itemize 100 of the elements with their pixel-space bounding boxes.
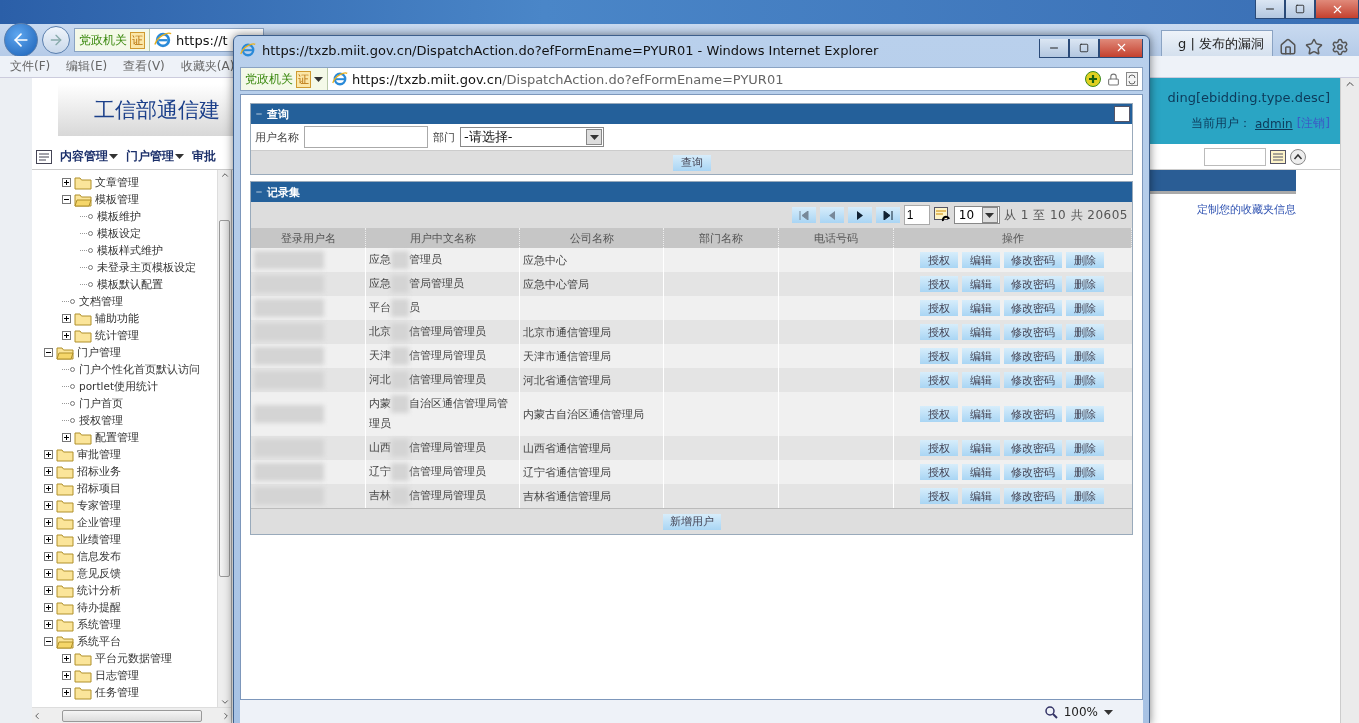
action-button[interactable]: 删除	[1066, 440, 1104, 456]
tree-item[interactable]: 待办提醒	[77, 600, 121, 615]
scroll-down-icon[interactable]	[219, 697, 230, 707]
action-button[interactable]: 修改密码	[1004, 276, 1062, 292]
action-button[interactable]: 编辑	[962, 348, 1000, 364]
refresh-icon[interactable]	[1126, 72, 1138, 86]
tree-item[interactable]: 系统管理	[77, 617, 121, 632]
expand-icon[interactable]	[62, 331, 71, 340]
expand-icon[interactable]	[62, 178, 71, 187]
action-button[interactable]: 修改密码	[1004, 252, 1062, 268]
action-button[interactable]: 删除	[1066, 300, 1104, 316]
tree-item[interactable]: 门户个性化首页默认访问	[79, 362, 200, 377]
action-button[interactable]: 删除	[1066, 252, 1104, 268]
action-button[interactable]: 修改密码	[1004, 324, 1062, 340]
action-button[interactable]: 授权	[920, 252, 958, 268]
expand-icon[interactable]	[44, 552, 53, 561]
action-button[interactable]: 编辑	[962, 300, 1000, 316]
tree-item[interactable]: 审批管理	[77, 447, 121, 462]
add-user-button[interactable]: 新增用户	[662, 513, 721, 530]
collapse-icon[interactable]	[44, 637, 53, 646]
department-select[interactable]: -请选择-	[460, 127, 604, 147]
add-icon[interactable]	[1085, 71, 1101, 87]
lock-icon[interactable]	[1107, 72, 1120, 86]
action-button[interactable]: 删除	[1066, 372, 1104, 388]
expand-icon[interactable]	[44, 569, 53, 578]
action-button[interactable]: 编辑	[962, 324, 1000, 340]
tree-item[interactable]: 招标业务	[77, 464, 121, 479]
expand-icon[interactable]	[62, 433, 71, 442]
collapse-up-icon[interactable]	[1290, 148, 1306, 165]
tree-item[interactable]: 文章管理	[95, 175, 139, 190]
tree-item[interactable]: 意见反馈	[77, 566, 121, 581]
tree-item[interactable]: 文档管理	[79, 294, 123, 309]
menu-item[interactable]: 编辑(E)	[66, 58, 108, 75]
expand-icon[interactable]	[44, 484, 53, 493]
page-number-field[interactable]: 1	[903, 205, 930, 225]
tree-item[interactable]: 任务管理	[95, 685, 139, 700]
tree-item[interactable]: 门户首页	[79, 396, 123, 411]
favorites-link[interactable]: 定制您的收藏夹信息	[1148, 202, 1296, 217]
nav-menu-item[interactable]: 门户管理	[126, 148, 184, 165]
page-size-select[interactable]: 10	[953, 206, 1000, 224]
action-button[interactable]: 删除	[1066, 464, 1104, 480]
favorites-icon[interactable]	[1305, 38, 1323, 56]
tree-item[interactable]: 日志管理	[95, 668, 139, 683]
scroll-right-icon[interactable]	[221, 710, 231, 721]
query-button[interactable]: 查询	[672, 154, 711, 171]
menu-item[interactable]: 文件(F)	[10, 58, 51, 75]
action-button[interactable]: 授权	[920, 372, 958, 388]
tree-item[interactable]: 招标项目	[77, 481, 121, 496]
expand-icon[interactable]	[44, 535, 53, 544]
username-field[interactable]	[304, 126, 428, 148]
nav-menu-item[interactable]: 审批	[192, 148, 216, 165]
expand-icon[interactable]	[44, 586, 53, 595]
minimize-button[interactable]	[1255, 0, 1285, 19]
action-button[interactable]: 编辑	[962, 440, 1000, 456]
collapse-icon[interactable]	[62, 195, 71, 204]
action-button[interactable]: 删除	[1066, 488, 1104, 504]
tree-item[interactable]: 统计管理	[95, 328, 139, 343]
tree-item[interactable]: 系统平台	[77, 634, 121, 649]
tree-item[interactable]: 模板设定	[97, 226, 141, 241]
search-field[interactable]	[1204, 147, 1266, 166]
expand-icon[interactable]	[44, 518, 53, 527]
expand-icon[interactable]	[44, 501, 53, 510]
action-button[interactable]: 删除	[1066, 348, 1104, 364]
tree-item[interactable]: 模板默认配置	[97, 277, 163, 292]
browser-tab[interactable]: g | 发布的漏洞	[1161, 30, 1273, 56]
action-button[interactable]: 授权	[920, 440, 958, 456]
tree-item[interactable]: 平台元数据管理	[95, 651, 172, 666]
scroll-up-icon[interactable]	[219, 170, 230, 180]
horizontal-scrollbar[interactable]	[32, 707, 231, 723]
tree-item[interactable]: 辅助功能	[95, 311, 139, 326]
zoom-level[interactable]: 100%	[1063, 705, 1098, 719]
tree-item[interactable]: 业绩管理	[77, 532, 121, 547]
action-button[interactable]: 授权	[920, 300, 958, 316]
expand-icon[interactable]	[44, 620, 53, 629]
action-button[interactable]: 授权	[920, 276, 958, 292]
action-button[interactable]: 授权	[920, 488, 958, 504]
menu-item[interactable]: 收藏夹(A)	[180, 58, 235, 75]
expand-icon[interactable]	[62, 654, 71, 663]
tree-item[interactable]: portlet使用统计	[79, 379, 159, 394]
tree-item[interactable]: 企业管理	[77, 515, 121, 530]
action-button[interactable]: 授权	[920, 348, 958, 364]
nav-menu-item[interactable]: 内容管理	[60, 148, 118, 165]
action-button[interactable]: 修改密码	[1004, 440, 1062, 456]
tree-item[interactable]: 模板样式维护	[97, 243, 163, 258]
tree-item[interactable]: 门户管理	[77, 345, 121, 360]
minimize-button[interactable]	[1039, 38, 1069, 58]
page-scrollbar[interactable]	[1340, 78, 1359, 723]
scroll-left-icon[interactable]	[32, 710, 42, 721]
action-button[interactable]: 修改密码	[1004, 300, 1062, 316]
menu-item[interactable]: 查看(V)	[123, 58, 165, 75]
expand-icon[interactable]	[62, 688, 71, 697]
action-button[interactable]: 删除	[1066, 276, 1104, 292]
tree-item[interactable]: 统计分析	[77, 583, 121, 598]
zoom-icon[interactable]	[1044, 705, 1058, 719]
close-button[interactable]	[1315, 0, 1359, 19]
tree-item[interactable]: 授权管理	[79, 413, 123, 428]
action-button[interactable]: 修改密码	[1004, 488, 1062, 504]
action-button[interactable]: 编辑	[962, 406, 1000, 422]
calendar-icon[interactable]	[1270, 149, 1286, 164]
action-button[interactable]: 修改密码	[1004, 348, 1062, 364]
